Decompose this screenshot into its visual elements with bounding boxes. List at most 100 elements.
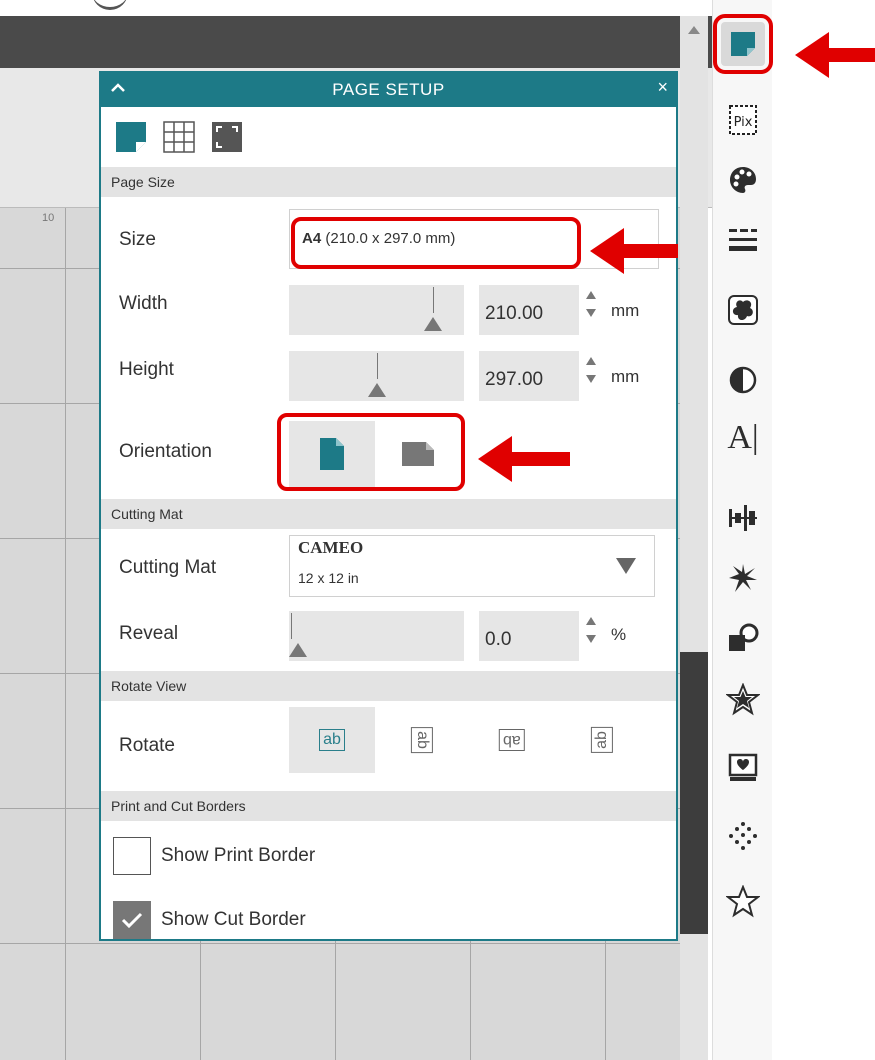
replicate-tool[interactable]	[721, 556, 765, 600]
width-row: Width 210.00 mm	[101, 279, 676, 345]
page-setup-panel: PAGE SETUP × Page Size Size A4 (210.0 x …	[99, 71, 678, 941]
orientation-label: Orientation	[119, 441, 212, 462]
image-effects-tool[interactable]	[721, 358, 765, 402]
width-slider[interactable]	[289, 285, 464, 335]
reveal-input[interactable]: 0.0	[479, 611, 579, 661]
contrast-icon	[729, 366, 757, 394]
spin-down-icon[interactable]	[586, 635, 596, 643]
show-cut-border-label: Show Cut Border	[161, 909, 306, 930]
rotate-label: Rotate	[119, 735, 175, 756]
section-page-size: Page Size	[101, 167, 676, 197]
slider-tick	[377, 353, 378, 379]
width-input[interactable]: 210.00	[479, 285, 579, 335]
height-slider-thumb[interactable]	[368, 383, 386, 397]
rotate-180-button[interactable]: ab	[469, 707, 555, 773]
modify-tool[interactable]	[721, 616, 765, 660]
page-setup-tool[interactable]	[713, 14, 773, 74]
cutting-mat-dropdown[interactable]: CAMEO 12 x 12 in	[289, 535, 655, 597]
show-print-border-row: Show Print Border	[101, 829, 676, 885]
top-bar	[0, 16, 712, 68]
pixscan-tool[interactable]: Pix	[721, 98, 765, 142]
cutting-mat-label: Cutting Mat	[119, 557, 217, 578]
arrow-shaft	[620, 244, 678, 258]
section-rotate-view: Rotate View	[101, 671, 676, 701]
arrow-left-icon	[478, 436, 512, 482]
panel-header: PAGE SETUP ×	[101, 73, 676, 107]
tab-page[interactable]	[111, 117, 151, 157]
ruler-tick-label: 10	[42, 212, 55, 224]
reveal-spinner[interactable]	[586, 617, 598, 647]
rotate-270-icon: ab	[590, 727, 613, 753]
reveal-slider[interactable]	[289, 611, 464, 661]
offset-icon	[728, 295, 758, 325]
grid-line	[65, 208, 66, 1060]
rotate-0-icon: ab	[319, 729, 345, 751]
slider-tick	[433, 287, 434, 313]
arrow-left-icon	[590, 228, 624, 274]
sketch-tool[interactable]	[721, 814, 765, 858]
close-icon[interactable]: ×	[657, 77, 668, 98]
library-tool[interactable]	[721, 678, 765, 722]
rotate-90-button[interactable]: ab	[379, 707, 465, 773]
store-tool[interactable]	[721, 746, 765, 790]
spin-down-icon[interactable]	[586, 375, 596, 383]
line-style-tool[interactable]	[721, 218, 765, 262]
spin-up-icon[interactable]	[586, 357, 596, 365]
height-spinner[interactable]	[586, 357, 598, 387]
star-icon	[726, 683, 760, 716]
tab-registration-marks[interactable]	[207, 117, 247, 157]
annotation-arrow-orientation	[478, 436, 570, 482]
height-input[interactable]: 297.00	[479, 351, 579, 401]
mat-name: CAMEO	[298, 538, 364, 557]
panel-tabs	[101, 107, 676, 167]
show-print-border-checkbox[interactable]	[113, 837, 151, 875]
align-icon	[729, 505, 757, 531]
collapse-chevron-icon[interactable]	[109, 79, 127, 97]
scrollbar-thumb[interactable]	[680, 652, 708, 934]
rotate-270-button[interactable]: ab	[559, 707, 645, 773]
svg-text:Pix: Pix	[734, 115, 753, 130]
width-spinner[interactable]	[586, 291, 598, 321]
section-print-cut-borders: Print and Cut Borders	[101, 791, 676, 821]
fill-tool[interactable]	[721, 158, 765, 202]
text-tool[interactable]: A|	[721, 416, 765, 460]
spin-up-icon[interactable]	[586, 617, 596, 625]
orientation-row: Orientation	[101, 411, 676, 499]
reveal-unit: %	[611, 625, 627, 644]
width-slider-thumb[interactable]	[424, 317, 442, 331]
tab-grid[interactable]	[159, 117, 199, 157]
scroll-up-arrow-icon[interactable]	[688, 26, 700, 34]
height-slider[interactable]	[289, 351, 464, 401]
right-toolstrip: Pix A|	[712, 0, 773, 1060]
offset-tool[interactable]	[721, 288, 765, 332]
size-label: Size	[119, 229, 156, 250]
rotate-row: Rotate ab ab ab ab	[101, 701, 676, 791]
arrow-shaft	[825, 48, 875, 62]
spin-up-icon[interactable]	[586, 291, 596, 299]
favorites-tool[interactable]	[721, 880, 765, 924]
reveal-slider-thumb[interactable]	[289, 643, 307, 657]
panel-title: PAGE SETUP	[332, 80, 445, 99]
modify-icon	[729, 623, 759, 651]
height-unit: mm	[611, 367, 640, 386]
height-row: Height 297.00 mm	[101, 345, 676, 411]
size-highlight-box	[291, 217, 581, 269]
cutting-mat-row: Cutting Mat CAMEO 12 x 12 in	[101, 529, 676, 605]
checkmark-icon	[121, 912, 143, 929]
width-unit: mm	[611, 301, 640, 320]
width-label: Width	[119, 293, 168, 314]
page-setup-icon	[731, 32, 755, 56]
reveal-row: Reveal 0.0 %	[101, 605, 676, 671]
show-cut-border-checkbox[interactable]	[113, 901, 151, 939]
arrow-left-icon	[795, 32, 829, 78]
align-tool[interactable]	[721, 496, 765, 540]
rotate-180-icon: ab	[499, 729, 525, 751]
grid-icon	[163, 121, 195, 153]
rotate-0-button[interactable]: ab	[289, 707, 375, 773]
show-cut-border-row: Show Cut Border	[101, 893, 676, 949]
spin-down-icon[interactable]	[586, 309, 596, 317]
window-edge-decoration	[92, 0, 128, 10]
chevron-down-icon[interactable]	[616, 558, 636, 574]
text-icon: A|	[727, 419, 759, 456]
annotation-arrow-size	[590, 228, 678, 274]
